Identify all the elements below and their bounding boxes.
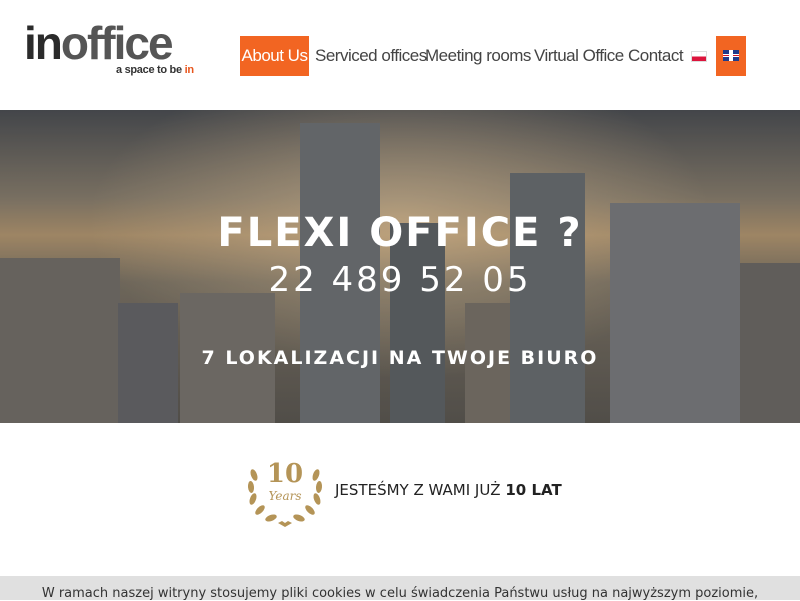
cookie-text: W ramach naszej witryny stosujemy pliki … (41, 586, 759, 601)
anniversary-text: JESTEŚMY Z WAMI JUŻ 10 LAT (335, 481, 562, 499)
nav-item-virtual-office[interactable]: Virtual Office (534, 36, 624, 76)
hero-banner: FLEXI OFFICE ? 22 489 52 05 7 LOKALIZACJ… (0, 110, 800, 423)
anniversary-badge: 10 Years JESTEŚMY Z WAMI JUŻ 10 LAT (240, 455, 562, 530)
logo-tagline: a space to be in (116, 64, 194, 76)
laurel-icon: 10 Years (240, 455, 330, 530)
nav-item-serviced-offices[interactable]: Serviced offices (315, 36, 427, 76)
logo[interactable]: inoffice a space to be in (24, 20, 194, 80)
cookie-bar: W ramach naszej witryny stosujemy pliki … (0, 576, 800, 601)
nav-item-meeting-rooms[interactable]: Meeting rooms (425, 36, 531, 76)
language-en-button[interactable] (716, 36, 746, 76)
pl-flag-icon[interactable] (691, 51, 707, 62)
en-flag-icon (723, 50, 739, 61)
nav-item-contact[interactable]: Contact (628, 36, 684, 76)
logo-wordmark: inoffice (24, 17, 174, 69)
hero-title: FLEXI OFFICE ? (217, 210, 583, 256)
nav-item-about-us[interactable]: About Us (240, 36, 309, 76)
site-header: inoffice a space to be in About Us Servi… (0, 0, 800, 110)
hero-phone[interactable]: 22 489 52 05 (0, 260, 800, 300)
hero-subtitle: 7 LOKALIZACJI NA TWOJE BIURO (201, 347, 599, 369)
